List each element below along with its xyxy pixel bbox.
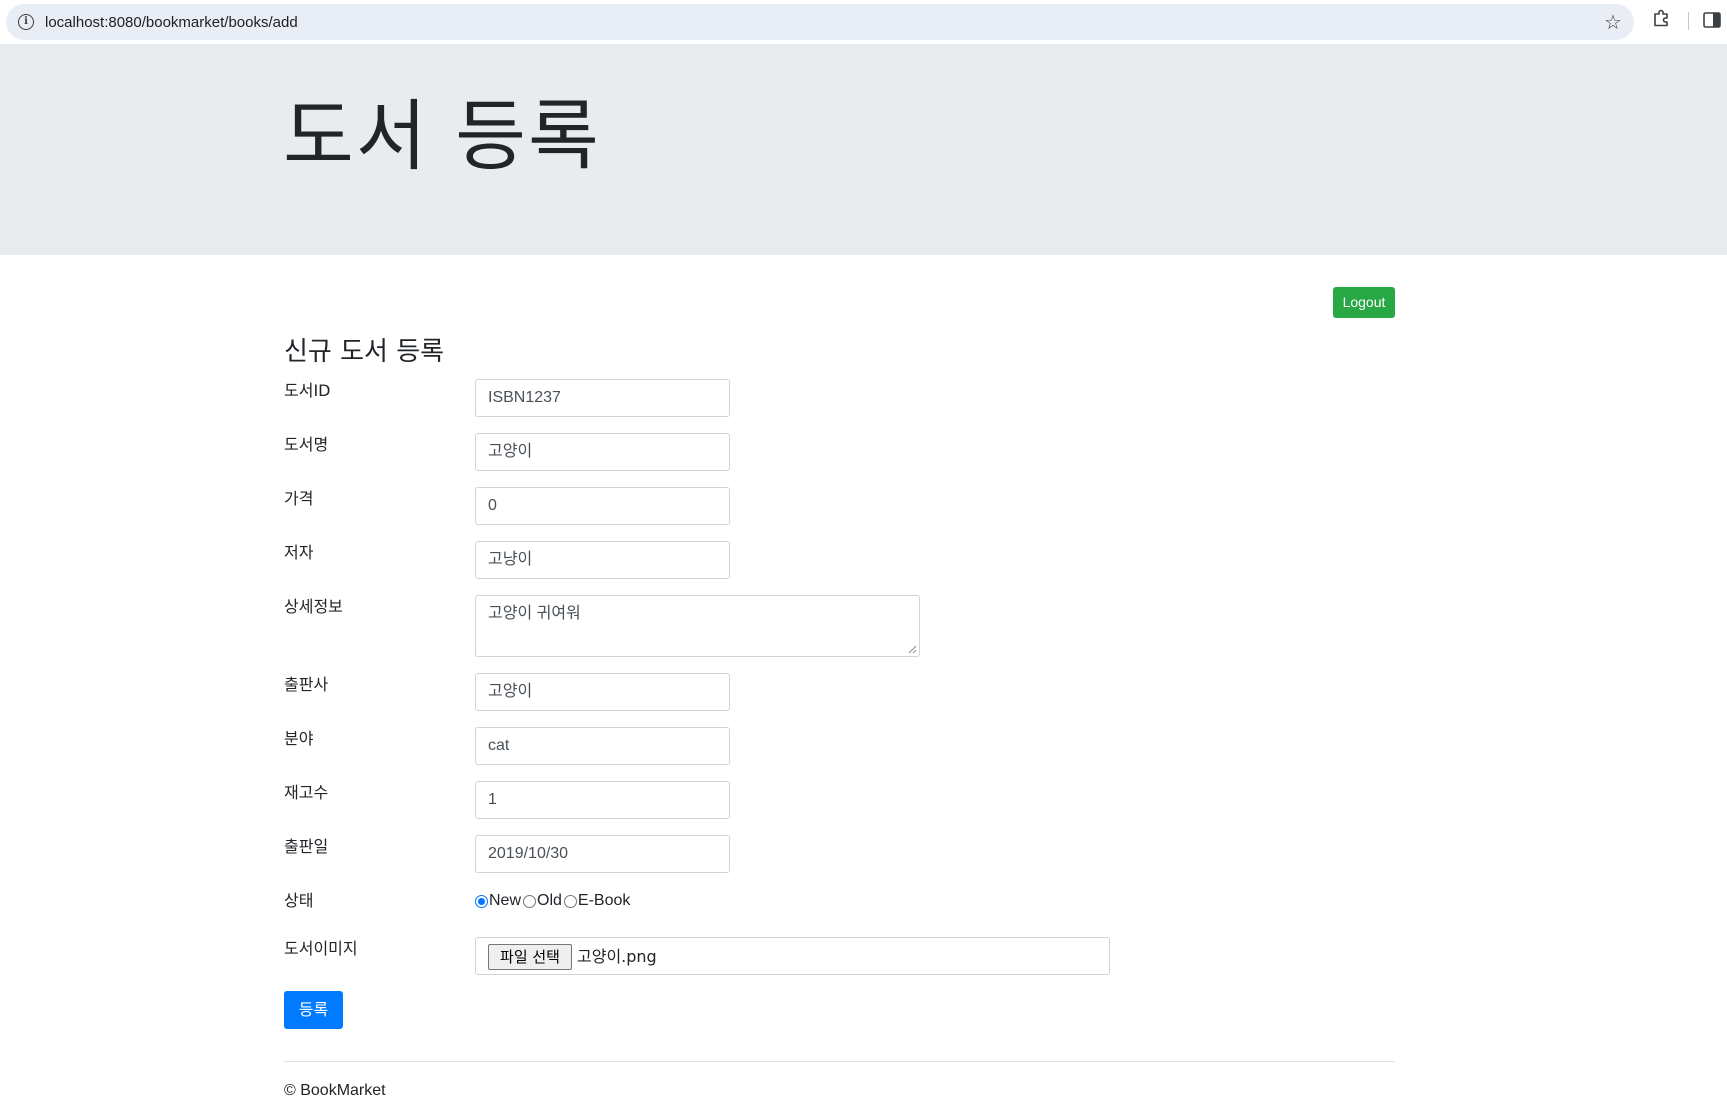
- category-label: 분야: [284, 729, 314, 748]
- author-label: 저자: [284, 543, 314, 562]
- category-input[interactable]: cat: [475, 727, 730, 765]
- description-label: 상세정보: [284, 597, 343, 616]
- browser-toolbar: i localhost:8080/bookmarket/books/add ☆: [0, 0, 1727, 44]
- form-heading: 신규 도서 등록: [284, 337, 445, 367]
- publisher-input[interactable]: 고양이: [475, 673, 730, 711]
- condition-option-ebook[interactable]: E-Book: [563, 891, 630, 911]
- release-date-input[interactable]: 2019/10/30: [475, 835, 730, 873]
- condition-option-old[interactable]: Old: [523, 891, 562, 911]
- units-in-stock-input[interactable]: 1: [475, 781, 730, 819]
- book-image-label: 도서이미지: [284, 939, 358, 958]
- selected-file-name: 고양이.png: [577, 947, 657, 966]
- choose-file-button[interactable]: 파일 선택: [488, 944, 572, 970]
- description-text: 고양이 귀여워: [488, 605, 581, 622]
- radio-old[interactable]: [523, 894, 537, 908]
- extensions-icon[interactable]: [1652, 9, 1670, 27]
- book-name-input[interactable]: 고양이: [475, 433, 730, 471]
- star-icon[interactable]: ☆: [1604, 11, 1622, 33]
- toolbar-divider: [1688, 12, 1689, 30]
- site-info-icon[interactable]: i: [18, 14, 34, 30]
- book-image-file-input[interactable]: 파일 선택 고양이.png: [475, 937, 1110, 975]
- price-input[interactable]: 0: [475, 487, 730, 525]
- submit-button[interactable]: 등록: [284, 991, 343, 1029]
- address-bar[interactable]: i localhost:8080/bookmarket/books/add ☆: [6, 4, 1634, 40]
- units-in-stock-label: 재고수: [284, 783, 329, 802]
- radio-ebook-label[interactable]: E-Book: [578, 891, 630, 911]
- author-input[interactable]: 고냥이: [475, 541, 730, 579]
- description-textarea[interactable]: 고양이 귀여워: [475, 595, 920, 657]
- radio-new[interactable]: [475, 894, 488, 908]
- page-jumbotron: 도서 등록: [0, 44, 1727, 255]
- condition-label: 상태: [284, 891, 314, 910]
- radio-new-label[interactable]: New: [489, 891, 521, 911]
- radio-old-label[interactable]: Old: [537, 891, 562, 911]
- footer-copyright: © BookMarket: [284, 1082, 386, 1099]
- book-id-label: 도서ID: [284, 381, 331, 400]
- side-panel-icon[interactable]: [1703, 12, 1721, 28]
- book-id-input[interactable]: ISBN1237: [475, 379, 730, 417]
- resize-grip-icon[interactable]: [908, 645, 917, 654]
- book-name-label: 도서명: [284, 435, 329, 454]
- logout-button[interactable]: Logout: [1333, 287, 1395, 318]
- price-label: 가격: [284, 489, 314, 508]
- condition-option-new[interactable]: New: [475, 891, 521, 911]
- footer-divider: [284, 1061, 1395, 1062]
- page-title: 도서 등록: [283, 93, 601, 182]
- radio-ebook[interactable]: [563, 894, 577, 908]
- publisher-label: 출판사: [284, 675, 329, 694]
- condition-radio-group: New Old E-Book: [475, 891, 632, 911]
- url-text[interactable]: localhost:8080/bookmarket/books/add: [45, 14, 298, 31]
- release-date-label: 출판일: [284, 837, 329, 856]
